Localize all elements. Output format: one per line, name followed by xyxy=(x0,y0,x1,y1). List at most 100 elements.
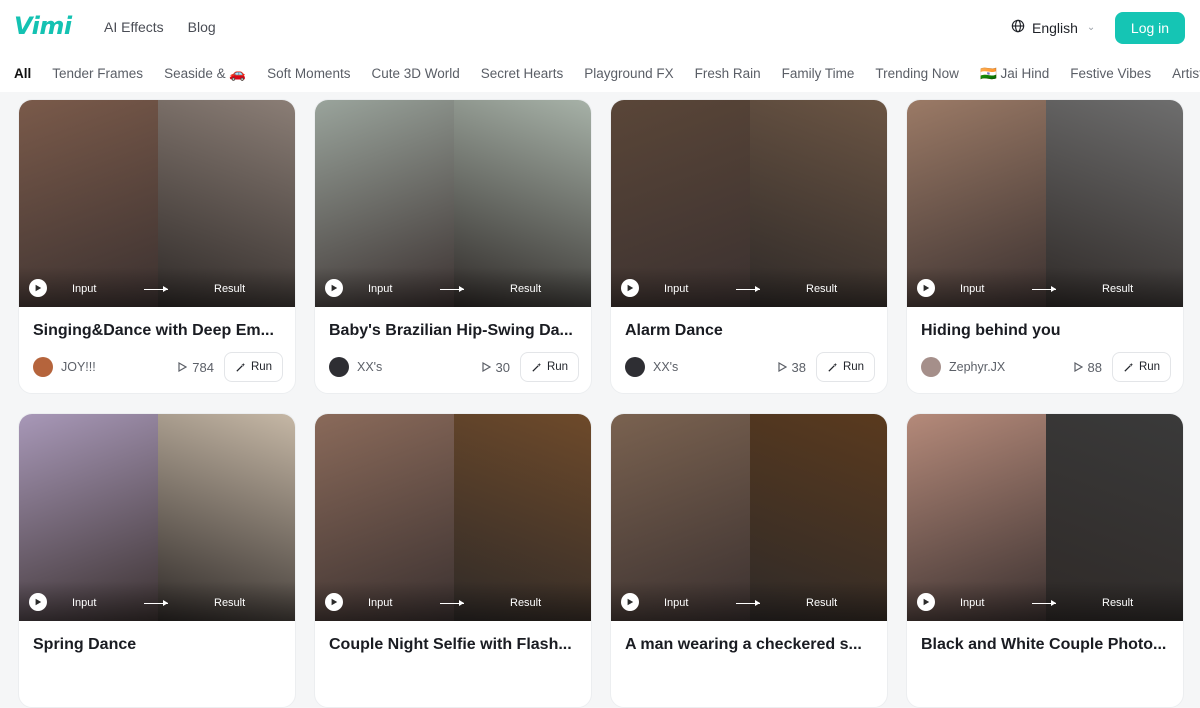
category-tab[interactable]: Soft Moments xyxy=(267,66,350,82)
arrow-right-icon xyxy=(736,600,760,606)
arrow-right-icon xyxy=(144,286,168,292)
card-title[interactable]: Couple Night Selfie with Flash... xyxy=(329,636,579,654)
card-title[interactable]: Singing&Dance with Deep Em... xyxy=(33,322,283,340)
run-button[interactable]: Run xyxy=(224,352,283,382)
author-name[interactable]: XX's xyxy=(357,360,481,374)
play-icon[interactable] xyxy=(29,279,47,297)
result-label: Result xyxy=(214,597,246,609)
nav-blog[interactable]: Blog xyxy=(188,19,216,35)
input-label: Input xyxy=(960,283,985,295)
card-meta: Zephyr.JX 88 Run xyxy=(921,352,1171,382)
card-title[interactable]: Alarm Dance xyxy=(625,322,875,340)
card-thumbnail[interactable]: Input Result xyxy=(611,414,887,621)
card-title[interactable]: Black and White Couple Photo... xyxy=(921,636,1171,654)
category-tab[interactable]: Cute 3D World xyxy=(371,66,459,82)
card-thumbnail[interactable]: Input Result xyxy=(19,414,295,621)
category-tab[interactable]: Family Time xyxy=(782,66,855,82)
avatar[interactable] xyxy=(329,357,349,377)
play-icon[interactable] xyxy=(325,279,343,297)
play-icon[interactable] xyxy=(621,279,639,297)
card-thumbnail[interactable]: Input Result xyxy=(315,100,591,307)
effect-card[interactable]: Input Result Couple Night Selfie with Fl… xyxy=(314,413,592,708)
play-icon[interactable] xyxy=(917,279,935,297)
play-outline-icon xyxy=(178,362,188,372)
top-bar: Vimi AI Effects Blog English ⌄ Log in xyxy=(0,0,1200,56)
language-selector[interactable]: English ⌄ xyxy=(1011,19,1095,36)
thumbnail-shade xyxy=(611,267,887,307)
input-label: Input xyxy=(368,283,393,295)
run-button[interactable]: Run xyxy=(816,352,875,382)
card-meta: JOY!!! 784 Run xyxy=(33,352,283,382)
author-name[interactable]: Zephyr.JX xyxy=(949,360,1073,374)
run-label: Run xyxy=(546,361,569,373)
arrow-right-icon xyxy=(736,286,760,292)
play-icon[interactable] xyxy=(621,593,639,611)
effect-card[interactable]: Input Result Alarm Dance XX's 38 Run xyxy=(610,99,888,394)
avatar[interactable] xyxy=(921,357,941,377)
magic-wand-icon xyxy=(828,362,838,372)
effect-card[interactable]: Input Result Spring Dance Run xyxy=(18,413,296,708)
arrow-right-icon xyxy=(144,600,168,606)
play-icon[interactable] xyxy=(325,593,343,611)
result-label: Result xyxy=(1102,597,1134,609)
result-label: Result xyxy=(510,597,542,609)
author-name[interactable]: JOY!!! xyxy=(61,360,177,374)
thumbnail-shade xyxy=(19,581,295,621)
input-label: Input xyxy=(72,597,97,609)
view-count-value: 30 xyxy=(495,359,510,375)
play-outline-icon xyxy=(1073,362,1083,372)
category-tab[interactable]: Artistic Styl xyxy=(1172,66,1200,82)
thumbnail-shade xyxy=(19,267,295,307)
category-tab[interactable]: 🇮🇳 Jai Hind xyxy=(980,66,1049,82)
card-title[interactable]: Spring Dance xyxy=(33,636,283,654)
login-button[interactable]: Log in xyxy=(1115,12,1185,44)
effect-card[interactable]: Input Result Baby's Brazilian Hip-Swing … xyxy=(314,99,592,394)
thumbnail-shade xyxy=(315,581,591,621)
run-button[interactable]: Run xyxy=(1112,352,1171,382)
category-tab[interactable]: All xyxy=(14,66,31,82)
category-tab[interactable]: Secret Hearts xyxy=(481,66,564,82)
avatar[interactable] xyxy=(625,357,645,377)
arrow-right-icon xyxy=(440,286,464,292)
card-thumbnail[interactable]: Input Result xyxy=(315,414,591,621)
card-title[interactable]: Baby's Brazilian Hip-Swing Da... xyxy=(329,322,579,340)
category-tab[interactable]: Playground FX xyxy=(584,66,673,82)
arrow-right-icon xyxy=(1032,286,1056,292)
card-title[interactable]: Hiding behind you xyxy=(921,322,1171,340)
card-thumbnail[interactable]: Input Result xyxy=(907,414,1183,621)
effect-card[interactable]: Input Result Hiding behind you Zephyr.JX… xyxy=(906,99,1184,394)
card-title[interactable]: A man wearing a checkered s... xyxy=(625,636,875,654)
globe-icon xyxy=(1011,19,1025,36)
card-meta: XX's 30 Run xyxy=(329,352,579,382)
run-label: Run xyxy=(842,361,865,373)
chevron-down-icon: ⌄ xyxy=(1086,22,1096,33)
nav-ai-effects[interactable]: AI Effects xyxy=(104,19,164,35)
main-nav: AI Effects Blog xyxy=(104,19,216,35)
vimi-logo[interactable]: Vimi xyxy=(14,12,72,40)
effect-card[interactable]: Input Result A man wearing a checkered s… xyxy=(610,413,888,708)
category-tab[interactable]: Trending Now xyxy=(875,66,959,82)
play-icon[interactable] xyxy=(917,593,935,611)
author-name[interactable]: XX's xyxy=(653,360,777,374)
category-tab[interactable]: Fresh Rain xyxy=(695,66,761,82)
magic-wand-icon xyxy=(1124,362,1134,372)
result-label: Result xyxy=(806,597,838,609)
result-label: Result xyxy=(510,283,542,295)
run-button[interactable]: Run xyxy=(520,352,579,382)
category-tab[interactable]: Tender Frames xyxy=(52,66,143,82)
view-count-value: 88 xyxy=(1087,359,1102,375)
card-meta: XX's 38 Run xyxy=(625,352,875,382)
avatar[interactable] xyxy=(33,357,53,377)
card-thumbnail[interactable]: Input Result xyxy=(611,100,887,307)
play-icon[interactable] xyxy=(29,593,47,611)
card-thumbnail[interactable]: Input Result xyxy=(907,100,1183,307)
card-thumbnail[interactable]: Input Result xyxy=(19,100,295,307)
magic-wand-icon xyxy=(236,362,246,372)
category-tab[interactable]: Festive Vibes xyxy=(1070,66,1151,82)
category-tab[interactable]: Seaside & 🚗 xyxy=(164,66,246,82)
effect-card[interactable]: Input Result Singing&Dance with Deep Em.… xyxy=(18,99,296,394)
view-count: 30 xyxy=(481,360,510,375)
effect-card[interactable]: Input Result Black and White Couple Phot… xyxy=(906,413,1184,708)
view-count: 784 xyxy=(177,360,214,375)
arrow-right-icon xyxy=(440,600,464,606)
